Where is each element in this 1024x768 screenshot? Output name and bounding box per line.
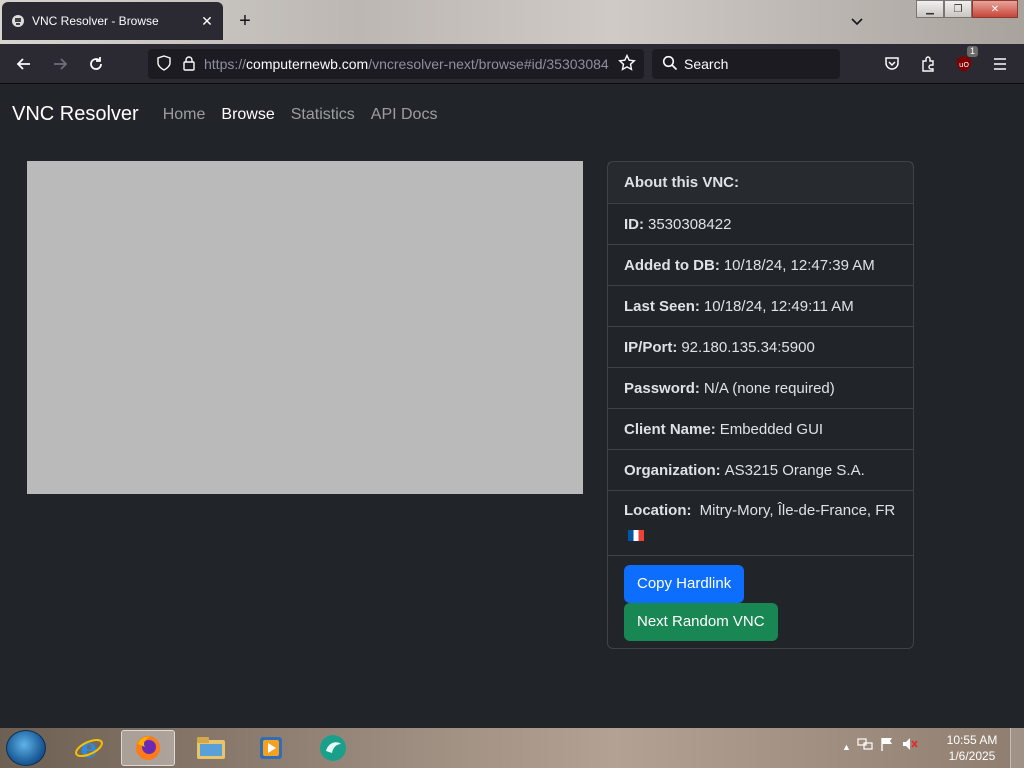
detail-id-label: ID:: [624, 215, 644, 233]
detail-password: Password: N/A (none required): [608, 368, 913, 409]
site-brand[interactable]: VNC Resolver: [12, 103, 139, 126]
vnc-details-card: About this VNC: ID: 3530308422 Added to …: [607, 161, 914, 649]
window-controls: ▁ ❐ ✕: [916, 0, 1018, 18]
detail-location-label: Location:: [624, 502, 692, 519]
pocket-icon[interactable]: [876, 48, 908, 80]
page-content: VNC Resolver Home Browse Statistics API …: [0, 85, 1024, 728]
detail-location: Location: Mitry-Mory, Île-de-France, FR: [608, 491, 913, 556]
detail-ip-port-label: IP/Port:: [624, 338, 678, 356]
file-explorer-folder-icon[interactable]: [184, 730, 238, 766]
toolbar-right-buttons: uO 1: [876, 46, 1016, 80]
action-center-flag-icon[interactable]: [879, 736, 895, 757]
detail-id-value: 3530308422: [648, 215, 732, 233]
nav-browse[interactable]: Browse: [221, 106, 274, 124]
forward-arrow-icon[interactable]: [44, 48, 76, 80]
search-placeholder: Search: [684, 56, 729, 72]
extension-badge-count: 1: [966, 46, 978, 57]
tab-close-icon[interactable]: ✕: [199, 13, 215, 30]
detail-last-seen-label: Last Seen:: [624, 297, 700, 315]
card-header: About this VNC:: [608, 162, 913, 204]
detail-password-label: Password:: [624, 379, 700, 397]
detail-client-name-label: Client Name:: [624, 420, 716, 438]
lock-icon[interactable]: [182, 55, 196, 74]
browser-titlebar: VNC Resolver - Browse ✕ + ▁ ❐ ✕: [0, 0, 1024, 44]
reload-icon[interactable]: [80, 48, 112, 80]
detail-last-seen-value: 10/18/24, 12:49:11 AM: [703, 297, 854, 315]
bookmark-star-icon[interactable]: [618, 53, 636, 75]
detail-client-name: Client Name: Embedded GUI: [608, 409, 913, 450]
detail-ip-port: IP/Port: 92.180.135.34:5900: [608, 327, 913, 368]
show-desktop-button[interactable]: [1010, 728, 1024, 768]
browser-app-teal-icon[interactable]: [306, 730, 360, 766]
browser-toolbar: https://computernewb.com/vncresolver-nex…: [0, 44, 1024, 84]
maximize-button[interactable]: ❐: [944, 0, 972, 18]
firefox-taskbar-icon[interactable]: [121, 730, 175, 766]
close-window-button[interactable]: ✕: [972, 0, 1018, 18]
url-host: computernewb.com: [246, 56, 369, 72]
site-favicon-icon: [10, 13, 26, 29]
minimize-button[interactable]: ▁: [916, 0, 944, 18]
internet-explorer-icon[interactable]: e: [62, 730, 116, 766]
extensions-puzzle-icon[interactable]: [912, 48, 944, 80]
new-tab-button[interactable]: +: [234, 10, 256, 32]
start-button-windows-icon[interactable]: [6, 730, 46, 766]
url-path: /vncresolver-next/browse#id/35303084: [368, 56, 609, 72]
vnc-screenshot-preview: [27, 161, 583, 494]
nav-home[interactable]: Home: [163, 106, 206, 124]
detail-id: ID: 3530308422: [608, 204, 913, 245]
nav-statistics[interactable]: Statistics: [291, 106, 355, 124]
detail-password-value: N/A (none required): [703, 379, 835, 397]
tab-title: VNC Resolver - Browse: [32, 14, 159, 28]
browser-tab[interactable]: VNC Resolver - Browse ✕: [2, 2, 223, 40]
back-arrow-icon[interactable]: [8, 48, 40, 80]
show-hidden-icons-arrow-icon[interactable]: ▲: [842, 742, 851, 752]
search-icon: [662, 55, 678, 74]
copy-hardlink-button[interactable]: Copy Hardlink: [624, 565, 745, 603]
app-menu-hamburger-icon[interactable]: [984, 48, 1016, 80]
detail-added-value: 10/18/24, 12:47:39 AM: [723, 256, 875, 274]
windows-taskbar: e ▲ 10:55 AM 1/6/2025: [0, 728, 1024, 768]
card-actions: Copy Hardlink Next Random VNC: [608, 556, 913, 650]
media-player-icon[interactable]: [244, 730, 298, 766]
url-scheme: https://: [204, 56, 247, 72]
next-random-vnc-button[interactable]: Next Random VNC: [624, 603, 778, 641]
nav-api-docs[interactable]: API Docs: [371, 106, 438, 124]
system-tray: ▲: [842, 736, 919, 757]
site-navbar: VNC Resolver Home Browse Statistics API …: [12, 103, 453, 126]
network-icon[interactable]: [857, 736, 873, 757]
volume-muted-icon[interactable]: [901, 736, 919, 757]
list-all-tabs-chevron-icon[interactable]: [848, 12, 866, 30]
clock-time: 10:55 AM: [946, 733, 998, 747]
clock-date: 1/6/2025: [948, 749, 996, 763]
ublock-origin-icon[interactable]: uO 1: [948, 46, 980, 80]
detail-last-seen: Last Seen: 10/18/24, 12:49:11 AM: [608, 286, 913, 327]
address-bar[interactable]: https://computernewb.com/vncresolver-nex…: [148, 49, 644, 79]
svg-text:e: e: [81, 734, 98, 763]
svg-text:uO: uO: [959, 61, 969, 69]
taskbar-clock[interactable]: 10:55 AM 1/6/2025: [944, 732, 1000, 764]
detail-client-name-value: Embedded GUI: [719, 420, 824, 438]
detail-ip-port-value: 92.180.135.34:5900: [681, 338, 815, 356]
detail-added-label: Added to DB:: [624, 256, 720, 274]
detail-added: Added to DB: 10/18/24, 12:47:39 AM: [608, 245, 913, 286]
tracking-protection-shield-icon[interactable]: [156, 54, 172, 74]
url-text: https://computernewb.com/vncresolver-nex…: [204, 56, 612, 72]
search-bar[interactable]: Search: [652, 49, 840, 79]
detail-organization-value: AS3215 Orange S.A.: [724, 461, 865, 479]
france-flag-icon: [628, 529, 644, 541]
detail-organization-label: Organization:: [624, 461, 721, 479]
detail-location-value: Mitry-Mory, Île-de-France, FR: [699, 502, 896, 519]
detail-organization: Organization: AS3215 Orange S.A.: [608, 450, 913, 491]
